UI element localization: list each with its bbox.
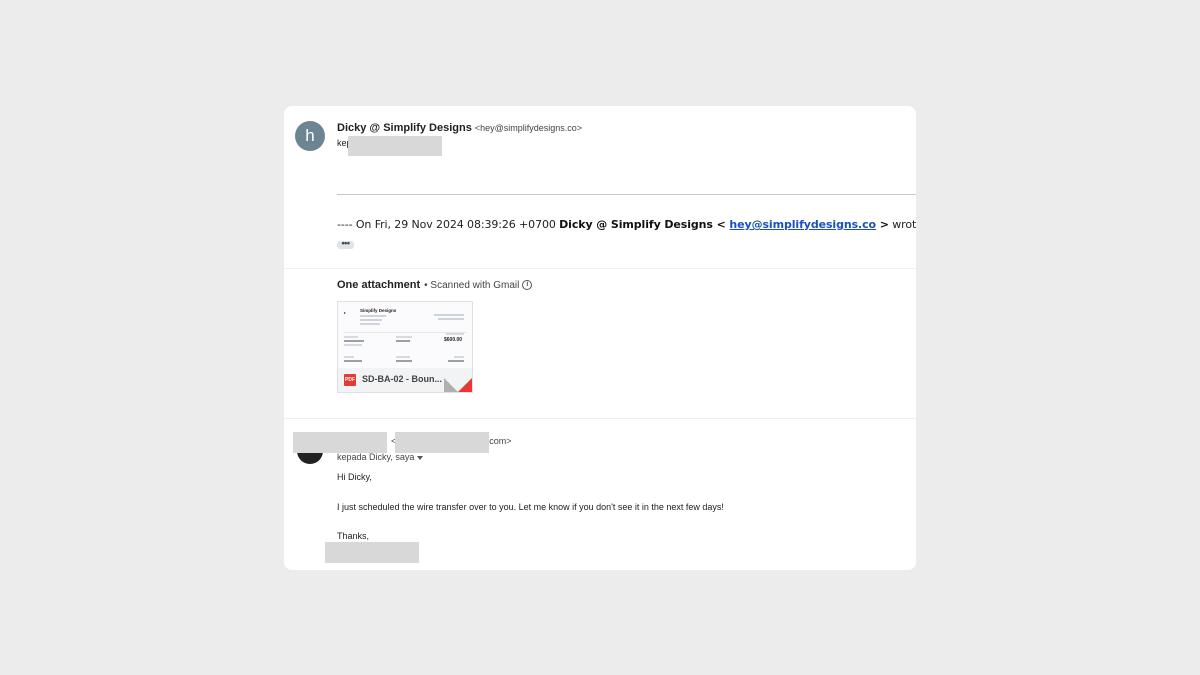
preview-line [344,336,358,338]
quote-open-bracket: < [712,218,730,231]
preview-line [344,356,354,358]
quote-prefix: ---- On Fri, 29 Nov 2024 08:39:26 +0700 [337,218,560,231]
quote-divider [337,194,916,195]
quoted-header: ---- On Fri, 29 Nov 2024 08:39:26 +0700 … [337,218,916,231]
email-thread: h Dicky @ Simplify Designs <hey@simplifyd… [284,106,916,570]
attachment-file-bar[interactable]: PDF SD-BA-02 - Boun... [338,368,472,392]
sender-avatar[interactable]: h [295,121,325,151]
email-signoff: Thanks, [337,531,370,541]
quote-email-link[interactable]: hey@simplifydesigns.co [729,218,876,231]
scan-note: • Scanned with Gmail [424,280,520,291]
sender-name-text: Dicky @ Simplify Designs [337,122,472,134]
show-trimmed-content-button[interactable]: ••• [337,239,354,249]
email-body: I just scheduled the wire transfer over … [337,502,724,512]
attachment-separator [284,268,916,269]
pdf-corner-badge [458,378,472,392]
preview-line [344,344,362,346]
preview-line [438,318,464,320]
redacted-sender-email [395,432,489,453]
preview-line [396,360,412,362]
redacted-recipients [348,136,442,156]
info-icon[interactable]: i [522,280,533,291]
preview-line [360,315,386,317]
preview-line [454,356,464,358]
recipients-text: kepada Dicky, saya [337,452,415,462]
attachment-count: One attachment [337,279,421,291]
preview-line [446,333,464,335]
quote-suffix: wrote --- [892,218,916,231]
chevron-down-icon[interactable] [417,455,424,460]
corner-fold [444,378,458,392]
email-greeting: Hi Dicky, [337,472,372,482]
attachment-file-name: SD-BA-02 - Boun... [362,374,442,384]
recipients-line[interactable]: kepada Dicky, saya [337,452,424,462]
pdf-icon: PDF [344,374,356,386]
preview-line [396,356,410,358]
preview-line [360,319,382,321]
preview-line [344,340,364,342]
preview-company: Simplify Designs [360,308,397,313]
redacted-signature [325,542,419,563]
redacted-sender-name [293,432,387,453]
preview-logo: ▸ [344,310,347,315]
preview-line [396,336,412,338]
attachment-heading: One attachment • Scanned with Gmail i [337,279,533,291]
preview-line [360,323,380,325]
pdf-preview: ▸ Simplify Designs $600.00 [338,302,472,368]
preview-line [344,360,362,362]
preview-amount: $600.00 [444,337,463,343]
preview-line [396,340,410,342]
message-separator [284,418,916,419]
preview-line [448,360,464,362]
quote-sender-name: Dicky @ Simplify Designs [559,218,713,231]
quote-suffix-bold: > [876,218,889,231]
sender-name[interactable]: Dicky @ Simplify Designs <hey@simplifydes… [337,122,582,134]
attachment-thumbnail[interactable]: ▸ Simplify Designs $600.00 PDF SD-BA-02 [337,301,473,393]
sender-email: <hey@simplifydesigns.co> [474,123,583,133]
preview-line [434,314,464,316]
